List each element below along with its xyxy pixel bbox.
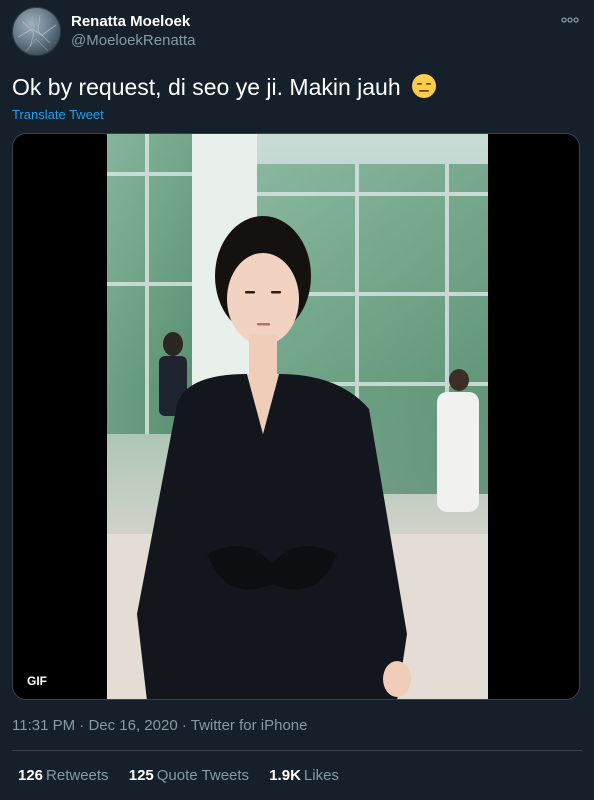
likes-stat[interactable]: 1.9K Likes bbox=[269, 767, 339, 784]
likes-label: Likes bbox=[303, 767, 339, 784]
retweets-label: Retweets bbox=[46, 767, 109, 784]
avatar-image bbox=[12, 7, 61, 56]
retweets-count: 126 bbox=[18, 767, 44, 784]
retweets-stat[interactable]: 126 Retweets bbox=[18, 767, 109, 784]
quote-tweets-count: 125 bbox=[128, 767, 154, 784]
tweet-text-content: Ok by request, di seo ye ji. Makin jauh bbox=[12, 74, 401, 100]
gif-badge: GIF bbox=[21, 671, 53, 691]
tweet: Renatta Moeloek @MoeloekRenatta Ok by re… bbox=[0, 0, 594, 800]
translate-tweet-link[interactable]: Translate Tweet bbox=[12, 107, 104, 122]
more-options-icon[interactable] bbox=[560, 13, 580, 27]
divider bbox=[12, 750, 582, 751]
quote-tweets-stat[interactable]: 125 Quote Tweets bbox=[129, 767, 249, 784]
meta-separator: · bbox=[181, 717, 191, 734]
tweet-text: Ok by request, di seo ye ji. Makin jauh bbox=[12, 72, 437, 102]
tweet-meta: 11:31 PM · Dec 16, 2020 · Twitter for iP… bbox=[12, 717, 307, 734]
display-name[interactable]: Renatta Moeloek bbox=[71, 13, 195, 31]
expressionless-face-icon bbox=[411, 73, 437, 99]
avatar[interactable] bbox=[12, 7, 61, 56]
user-handle[interactable]: @MoeloekRenatta bbox=[71, 31, 195, 51]
tweet-time[interactable]: 11:31 PM bbox=[12, 717, 75, 734]
author-names[interactable]: Renatta Moeloek @MoeloekRenatta bbox=[71, 13, 195, 51]
tweet-header: Renatta Moeloek @MoeloekRenatta bbox=[12, 7, 582, 59]
quote-tweets-label: Quote Tweets bbox=[156, 767, 250, 784]
likes-count: 1.9K bbox=[269, 767, 301, 784]
tweet-stats: 126 Retweets 125 Quote Tweets 1.9K Likes bbox=[18, 767, 355, 784]
tweet-date[interactable]: Dec 16, 2020 bbox=[88, 717, 177, 734]
tweet-source[interactable]: Twitter for iPhone bbox=[191, 717, 308, 734]
media-container[interactable]: GIF bbox=[12, 133, 580, 700]
gif-image[interactable] bbox=[107, 134, 488, 699]
